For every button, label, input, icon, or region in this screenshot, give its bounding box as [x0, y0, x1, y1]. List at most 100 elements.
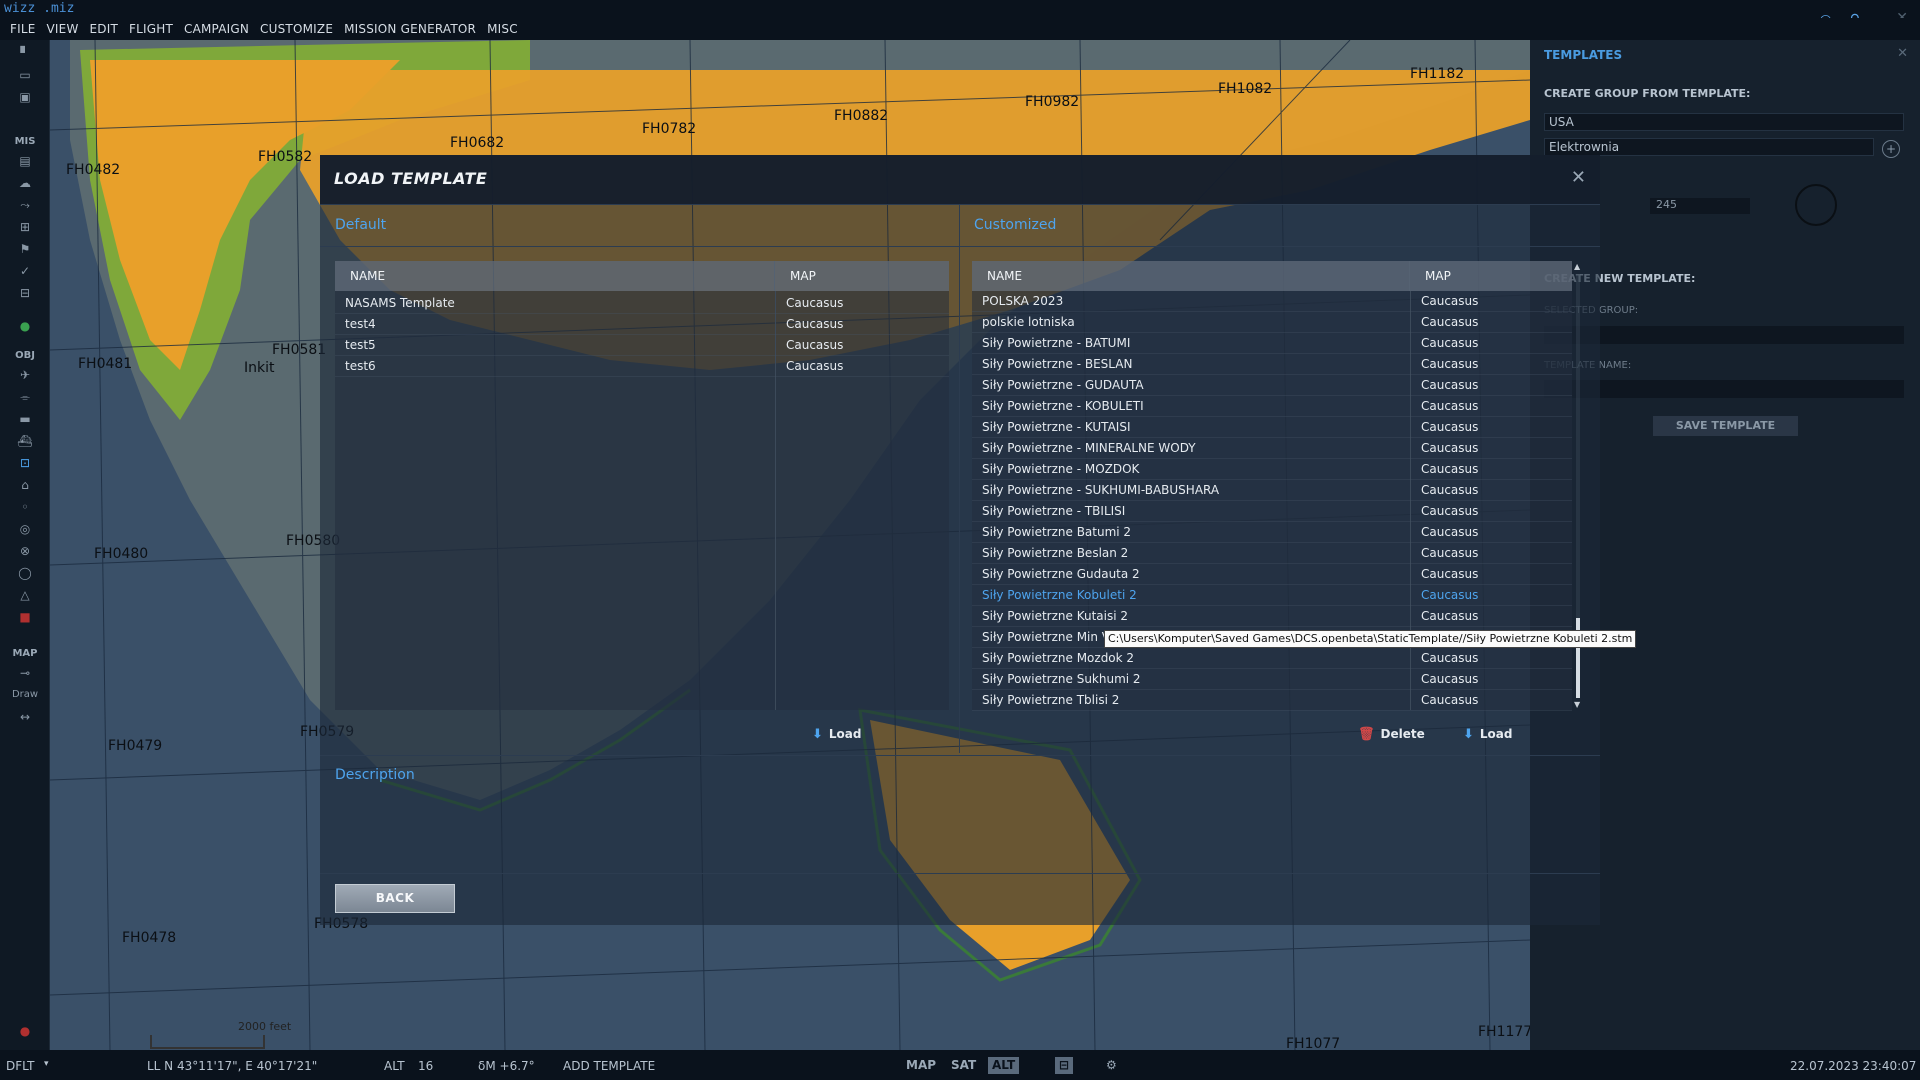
scroll-up-icon[interactable]: ▲ — [1574, 262, 1580, 271]
table-row[interactable]: Siły Powietrzne - BESLAN Caucasus — [972, 354, 1572, 375]
table-row[interactable]: Siły Powietrzne - KUTAISI Caucasus — [972, 417, 1572, 438]
trigger-icon[interactable]: ⊞ — [7, 218, 43, 236]
column-header-name[interactable]: NAME — [972, 261, 1410, 291]
column-header-map[interactable]: MAP — [1410, 261, 1572, 291]
layers-icon[interactable]: ⊟ — [1055, 1057, 1074, 1074]
template-icon[interactable]: ⊡ — [7, 454, 43, 472]
table-row[interactable]: Siły Powietrzne Kutaisi 2 Caucasus — [972, 606, 1572, 627]
menu-customize[interactable]: CUSTOMIZE — [260, 22, 333, 36]
menu-misc[interactable]: MISC — [487, 22, 518, 36]
table-row[interactable]: Siły Powietrzne - SUKHUMI-BABUSHARA Cauca… — [972, 480, 1572, 501]
formation-icon[interactable]: ◯ — [7, 564, 43, 582]
new-icon[interactable]: ▘ — [7, 44, 43, 62]
save-icon[interactable]: ▣ — [7, 88, 43, 106]
close-icon[interactable]: ✕ — [1897, 46, 1908, 61]
country-select[interactable]: USA — [1544, 113, 1904, 131]
static-icon[interactable]: ⌂ — [7, 476, 43, 494]
menu-edit[interactable]: EDIT — [90, 22, 119, 36]
default-template-table: NAME MAP NASAMS Template Caucasus test4 Cau… — [335, 261, 949, 710]
ruler-icon[interactable]: ⊸ — [7, 664, 43, 682]
row-name: Siły Powietrzne - BATUMI — [982, 336, 1131, 350]
helicopter-icon[interactable]: ⌯ — [7, 388, 43, 406]
sat-view-button[interactable]: SAT — [947, 1057, 980, 1074]
shapes-icon[interactable]: △ — [7, 586, 43, 604]
table-row[interactable]: Siły Powietrzne Mozdok 2 Caucasus — [972, 648, 1572, 669]
remove-icon[interactable]: ■ — [7, 608, 43, 626]
ship-icon[interactable]: ⛴ — [7, 432, 43, 450]
group-icon[interactable]: ⊟ — [7, 284, 43, 302]
row-map: Caucasus — [1421, 672, 1479, 686]
delete-button[interactable]: 🗑 Delete — [1358, 724, 1425, 744]
default-load-button[interactable]: ⬇ Load — [812, 724, 861, 744]
nav-icon[interactable]: ⊗ — [7, 542, 43, 560]
draw-button[interactable]: Draw — [7, 686, 43, 704]
customized-load-button[interactable]: ⬇ Load — [1463, 724, 1512, 744]
briefing-icon[interactable]: ▤ — [7, 152, 43, 170]
template-select[interactable]: Elektrownia — [1544, 138, 1874, 156]
grid-label: FH0478 — [122, 930, 177, 946]
waypoint-icon[interactable]: ◦ — [7, 498, 43, 516]
vehicle-icon[interactable]: ▬ — [7, 410, 43, 428]
settings-icon[interactable]: ⚙ — [1102, 1057, 1121, 1074]
table-row[interactable]: Siły Powietrzne Batumi 2 Caucasus — [972, 522, 1572, 543]
table-row[interactable]: Siły Powietrzne Tblisi 2 Caucasus — [972, 690, 1572, 711]
close-icon[interactable]: ✕ — [1571, 167, 1586, 188]
grid-label: FH0581 — [272, 342, 327, 358]
table-row[interactable]: polskie lotniska Caucasus — [972, 312, 1572, 333]
map-view-button[interactable]: MAP — [902, 1057, 940, 1074]
table-row[interactable]: POLSKA 2023 Caucasus — [972, 291, 1572, 312]
table-row[interactable]: Siły Powietrzne - BATUMI Caucasus — [972, 333, 1572, 354]
menu-file[interactable]: FILE — [10, 22, 36, 36]
table-row[interactable]: Siły Powietrzne Gudauta 2 Caucasus — [972, 564, 1572, 585]
table-row[interactable]: Siły Powietrzne - TBILISI Caucasus — [972, 501, 1572, 522]
toolbar-label-obj: OBJ — [15, 350, 35, 361]
table-row[interactable]: Siły Powietrzne - GUDAUTA Caucasus — [972, 375, 1572, 396]
open-icon[interactable]: ▭ — [7, 66, 43, 84]
menu-mission-generator[interactable]: MISSION GENERATOR — [344, 22, 476, 36]
menu-flight[interactable]: FLIGHT — [129, 22, 173, 36]
table-row[interactable]: test4 Caucasus — [335, 314, 949, 335]
plane-icon[interactable]: ✈ — [7, 366, 43, 384]
row-name: Siły Powietrzne - MOZDOK — [982, 462, 1140, 476]
row-name: test4 — [345, 317, 376, 331]
weather-icon[interactable]: ☁ — [7, 174, 43, 192]
row-name: Siły Powietrzne - MINERALNE WODY — [982, 441, 1196, 455]
measure-icon[interactable]: ↔ — [7, 708, 43, 726]
alt-view-button[interactable]: ALT — [988, 1057, 1020, 1074]
table-row[interactable]: Siły Powietrzne - KOBULETI Caucasus — [972, 396, 1572, 417]
zone-icon[interactable]: ◎ — [7, 520, 43, 538]
profile-select[interactable]: DFLT — [6, 1059, 35, 1073]
row-map: Caucasus — [1421, 525, 1479, 539]
table-row[interactable]: Siły Powietrzne Beslan 2 Caucasus — [972, 543, 1572, 564]
row-name: test6 — [345, 359, 376, 373]
table-row[interactable]: Siły Powietrzne Sukhumi 2 Caucasus — [972, 669, 1572, 690]
flag-icon[interactable]: ⚑ — [7, 240, 43, 258]
editor-mode: ADD TEMPLATE — [563, 1059, 656, 1073]
check-icon[interactable]: ✓ — [7, 262, 43, 280]
table-row[interactable]: NASAMS Template Caucasus — [335, 293, 949, 314]
grid-label: FH0882 — [834, 108, 889, 124]
scroll-down-icon[interactable]: ▼ — [1574, 700, 1580, 709]
column-header-map[interactable]: MAP — [775, 261, 949, 291]
chevron-down-icon[interactable]: ▾ — [44, 1059, 49, 1069]
table-header: NAME MAP — [972, 261, 1572, 291]
heading-dial[interactable] — [1795, 184, 1837, 226]
row-name: polskie lotniska — [982, 315, 1075, 329]
add-icon[interactable]: + — [1882, 140, 1900, 158]
alert-icon[interactable]: ● — [7, 1022, 43, 1040]
save-template-button[interactable]: SAVE TEMPLATE — [1653, 416, 1798, 436]
target-icon[interactable]: ● — [7, 317, 43, 335]
table-row[interactable]: test5 Caucasus — [335, 335, 949, 356]
table-row[interactable]: Siły Powietrzne - MOZDOK Caucasus — [972, 459, 1572, 480]
back-button[interactable]: BACK — [335, 884, 455, 913]
menu-view[interactable]: VIEW — [47, 22, 79, 36]
grid-label: FH0982 — [1025, 94, 1080, 110]
menu-campaign[interactable]: CAMPAIGN — [184, 22, 249, 36]
heading-input[interactable]: 245 — [1650, 198, 1750, 214]
table-row[interactable]: Siły Powietrzne Kobuleti 2 Caucasus — [972, 585, 1572, 606]
table-row[interactable]: test6 Caucasus — [335, 356, 949, 377]
table-row[interactable]: Siły Powietrzne - MINERALNE WODY Caucasus — [972, 438, 1572, 459]
grid-label: FH1082 — [1218, 81, 1273, 97]
route-icon[interactable]: ⤳ — [7, 196, 43, 214]
column-header-name[interactable]: NAME — [335, 261, 775, 291]
